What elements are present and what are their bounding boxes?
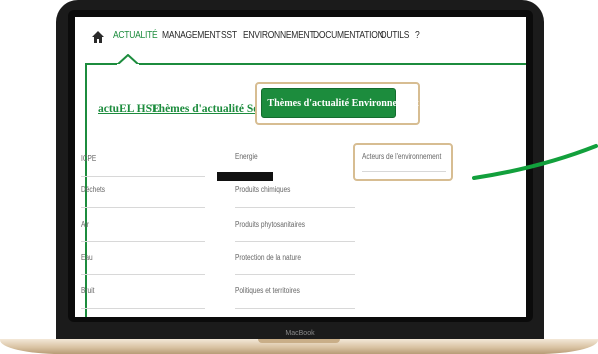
home-icon[interactable] xyxy=(91,30,105,44)
divider xyxy=(235,207,355,208)
divider xyxy=(81,241,205,242)
nav-item-management[interactable]: MANAGEMENT xyxy=(162,30,221,41)
theme-link-politiques-territoires[interactable]: Politiques et territoires xyxy=(235,286,300,295)
redaction-bar xyxy=(217,172,273,181)
divider xyxy=(81,176,205,177)
divider xyxy=(81,207,205,208)
divider xyxy=(235,241,355,242)
main-nav: ACTUALITÉ MANAGEMENT SST ENVIRONNEMENT D… xyxy=(75,17,526,63)
theme-link-acteurs-environnement[interactable]: Acteurs de l'environnement xyxy=(362,152,441,161)
tab-themes-environnement[interactable]: Thèmes d'actualité Environnement xyxy=(261,88,419,118)
divider xyxy=(81,274,205,275)
theme-link-produits-phytosanitaires[interactable]: Produits phytosanitaires xyxy=(235,220,305,229)
highlight-acteurs xyxy=(353,143,453,181)
laptop-base-notch xyxy=(258,339,340,343)
tab-themes-environnement-label: Thèmes d'actualité Environnement xyxy=(267,97,419,109)
theme-link-bruit[interactable]: Bruit xyxy=(81,286,94,295)
theme-link-eau[interactable]: Eau xyxy=(81,253,93,262)
theme-link-dechets[interactable]: Déchets xyxy=(81,185,105,194)
theme-link-produits-chimiques[interactable]: Produits chimiques xyxy=(235,185,290,194)
nav-item-actualite[interactable]: ACTUALITÉ xyxy=(113,30,158,41)
divider xyxy=(81,308,205,309)
theme-link-energie[interactable]: Energie xyxy=(235,152,258,161)
nav-item-help[interactable]: ? xyxy=(415,30,420,41)
nav-item-documentation[interactable]: DOCUMENTATION xyxy=(313,30,384,41)
divider xyxy=(235,274,355,275)
laptop-brand-label: MacBook xyxy=(285,330,315,337)
nav-item-sst[interactable]: SST xyxy=(221,30,237,41)
theme-link-air[interactable]: Air xyxy=(81,220,89,229)
nav-item-environnement[interactable]: ENVIRONNEMENT xyxy=(243,30,315,41)
theme-link-icpe[interactable]: ICPE xyxy=(81,154,96,163)
divider xyxy=(235,308,355,309)
divider xyxy=(362,171,446,172)
nav-item-outils[interactable]: OUTILS xyxy=(380,30,409,41)
laptop-screen: ACTUALITÉ MANAGEMENT SST ENVIRONNEMENT D… xyxy=(75,17,526,317)
theme-link-protection-nature[interactable]: Protection de la nature xyxy=(235,253,301,262)
